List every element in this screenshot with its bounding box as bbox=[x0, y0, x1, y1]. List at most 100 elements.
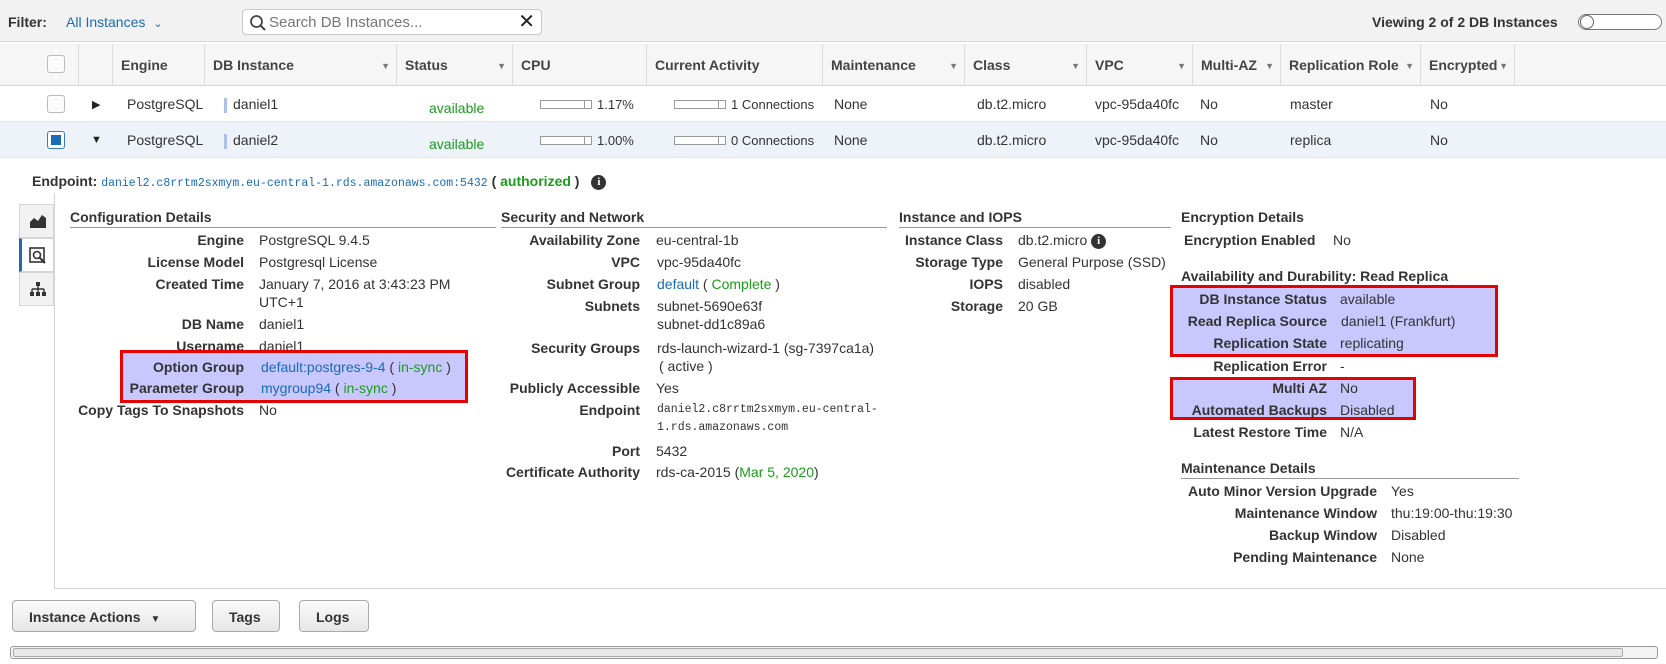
endpoint-paren-close: ) bbox=[574, 173, 580, 189]
clear-search-icon[interactable]: ✕ bbox=[518, 12, 535, 32]
kv-value: Yes bbox=[1391, 483, 1414, 499]
kv-key: Availability Zone bbox=[529, 232, 640, 248]
cpu-meter-mark bbox=[584, 100, 585, 109]
sort-icon: ▼ bbox=[1071, 61, 1080, 71]
row-checkbox[interactable] bbox=[47, 95, 65, 113]
kv-value: January 7, 2016 at 3:43:23 PM bbox=[259, 276, 451, 292]
kv-key: Subnet Group bbox=[546, 276, 640, 292]
column-cpu[interactable]: CPU bbox=[512, 44, 646, 86]
toggle-knob[interactable] bbox=[1580, 15, 1594, 29]
search-box[interactable]: ✕ bbox=[242, 9, 542, 35]
expand-caret-icon[interactable]: ▶ bbox=[92, 98, 100, 111]
kv-value: default ( Complete ) bbox=[657, 276, 780, 292]
replica-source-link[interactable]: daniel1 (Frankfurt) bbox=[1341, 313, 1455, 329]
kv-key: DB Instance Status bbox=[1199, 291, 1327, 307]
cell-replication-role: replica bbox=[1290, 132, 1332, 148]
sort-icon: ▼ bbox=[381, 61, 390, 71]
column-activity-label: Current Activity bbox=[655, 57, 760, 73]
kv-value: General Purpose (SSD) bbox=[1018, 254, 1166, 270]
column-db-instance[interactable]: DB Instance ▼ bbox=[204, 44, 396, 86]
search-input[interactable] bbox=[269, 12, 509, 32]
endpoint-link[interactable]: 1.rds.amazonaws.com bbox=[657, 421, 788, 434]
kv-key: Copy Tags To Snapshots bbox=[78, 402, 244, 418]
cell-db-instance[interactable]: daniel1 bbox=[224, 96, 278, 113]
kv-key: Backup Window bbox=[1269, 527, 1377, 543]
cell-cpu: 1.17% bbox=[597, 97, 634, 112]
table-row[interactable]: ▶ PostgreSQL daniel1 available 1.17% 1 C… bbox=[0, 86, 1666, 122]
column-maintenance[interactable]: Maintenance ▼ bbox=[822, 44, 964, 86]
cell-replication-role: master bbox=[1290, 96, 1333, 112]
column-status[interactable]: Status ▼ bbox=[396, 44, 512, 86]
subnet-link[interactable]: subnet-dd1c89a6 bbox=[657, 316, 765, 332]
filter-dropdown[interactable]: All Instances ⌄ bbox=[66, 14, 163, 30]
logs-button[interactable]: Logs bbox=[299, 600, 369, 632]
column-class-label: Class bbox=[973, 57, 1011, 73]
view-toggle[interactable] bbox=[1578, 14, 1662, 30]
config-section-title: Configuration Details bbox=[70, 209, 496, 228]
column-replication-role[interactable]: Replication Role ▼ bbox=[1280, 44, 1420, 86]
instance-section-title: Instance and IOPS bbox=[899, 209, 1171, 228]
column-vpc[interactable]: VPC ▼ bbox=[1086, 44, 1192, 86]
subnet-link[interactable]: subnet-5690e63f bbox=[657, 298, 762, 314]
kv-key: Latest Restore Time bbox=[1193, 424, 1327, 440]
expand-column-header bbox=[78, 44, 112, 86]
kv-value: daniel1 bbox=[259, 338, 305, 350]
parameter-group-link[interactable]: mygroup94 bbox=[261, 380, 331, 396]
column-maintenance-label: Maintenance bbox=[831, 57, 916, 73]
cell-cpu: 1.00% bbox=[597, 133, 634, 148]
kv-key: Instance Class bbox=[904, 232, 1003, 248]
kv-value: replicating bbox=[1340, 335, 1404, 351]
cell-maintenance: None bbox=[834, 96, 868, 112]
kv-key: Pending Maintenance bbox=[1233, 549, 1377, 565]
subnet-group-link[interactable]: default bbox=[657, 276, 699, 292]
parameter-group-status: in-sync bbox=[343, 380, 388, 396]
row-checkbox[interactable] bbox=[47, 131, 65, 149]
kv-key: Multi AZ bbox=[1272, 380, 1327, 396]
cell-db-instance[interactable]: daniel2 bbox=[224, 132, 278, 149]
tags-label: Tags bbox=[229, 609, 261, 625]
kv-value: available bbox=[1340, 291, 1396, 307]
cell-vpc: vpc-95da40fc bbox=[1095, 132, 1180, 148]
horizontal-scrollbar[interactable] bbox=[10, 646, 1658, 659]
cell-engine: PostgreSQL bbox=[127, 132, 204, 148]
endpoint-paren-open: ( bbox=[491, 173, 497, 189]
activity-meter bbox=[674, 136, 726, 145]
cell-db-instance-label: daniel2 bbox=[233, 132, 279, 148]
sort-icon: ▼ bbox=[949, 61, 958, 71]
option-group-link[interactable]: default:postgres-9-4 bbox=[261, 359, 386, 375]
vpc-link[interactable]: vpc-95da40fc bbox=[657, 254, 741, 270]
kv-value: default:postgres-9-4 ( in-sync ) bbox=[261, 359, 451, 375]
column-activity[interactable]: Current Activity bbox=[646, 44, 822, 86]
security-group-link[interactable]: rds-launch-wizard-1 (sg-7397ca1a) bbox=[657, 340, 874, 356]
column-engine[interactable]: Engine bbox=[112, 44, 204, 86]
select-all-checkbox[interactable] bbox=[47, 55, 65, 73]
kv-key: Replication State bbox=[1213, 335, 1327, 351]
endpoint-label: Endpoint: bbox=[32, 173, 98, 189]
cell-maintenance: None bbox=[834, 132, 868, 148]
instance-class-value: db.t2.micro bbox=[1018, 232, 1088, 248]
info-icon[interactable]: i bbox=[1091, 233, 1107, 249]
endpoint-value[interactable]: daniel2.c8rrtm2sxmym.eu-central-1.rds.am… bbox=[101, 177, 487, 190]
kv-key: Port bbox=[612, 443, 640, 459]
security-section-title: Security and Network bbox=[501, 209, 887, 228]
kv-value: db.t2.micro i bbox=[1018, 232, 1107, 249]
scrollbar-thumb[interactable] bbox=[13, 648, 1623, 657]
kv-key: Automated Backups bbox=[1191, 402, 1327, 418]
collapse-caret-icon[interactable]: ▼ bbox=[91, 134, 102, 146]
column-class[interactable]: Class ▼ bbox=[964, 44, 1086, 86]
kv-value: Disabled bbox=[1391, 527, 1446, 543]
cell-activity: 0 Connections bbox=[731, 133, 815, 148]
column-multiaz[interactable]: Multi-AZ ▼ bbox=[1192, 44, 1280, 86]
tags-button[interactable]: Tags bbox=[212, 600, 280, 632]
info-icon[interactable]: i bbox=[591, 174, 607, 190]
endpoint-link[interactable]: daniel2.c8rrtm2sxmym.eu-central- bbox=[657, 403, 878, 416]
kv-key: Storage bbox=[950, 298, 1003, 314]
column-encrypted[interactable]: Encrypted ▼ bbox=[1420, 44, 1514, 86]
kv-value: 20 GB bbox=[1018, 298, 1058, 314]
table-row[interactable]: ▼ PostgreSQL daniel2 available 1.00% 0 C… bbox=[0, 122, 1666, 158]
kv-key: Read Replica Source bbox=[1187, 313, 1327, 329]
instance-actions-button[interactable]: Instance Actions ▼ bbox=[12, 600, 196, 632]
kv-value: 5432 bbox=[656, 443, 688, 459]
filter-value: All Instances bbox=[66, 14, 146, 30]
column-vpc-label: VPC bbox=[1095, 57, 1124, 73]
